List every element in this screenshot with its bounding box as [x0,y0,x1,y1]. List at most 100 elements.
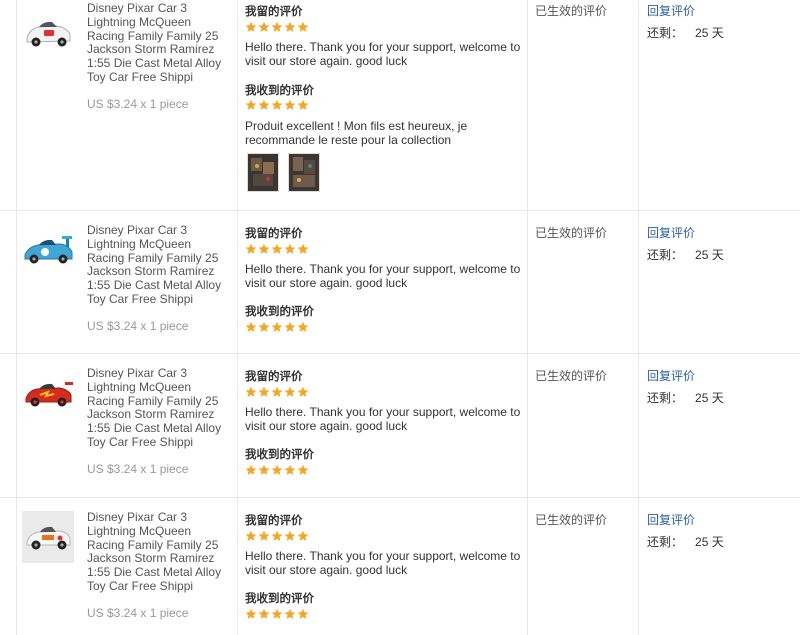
star-icon [258,530,270,542]
received-feedback-rating [245,321,309,333]
star-icon [271,21,283,33]
feedback-row: Disney Pixar Car 3 Lightning McQueen Rac… [0,0,800,211]
received-feedback-rating [245,99,309,111]
star-icon [258,464,270,476]
remaining-days: 25 天 [695,26,724,40]
product-title[interactable]: Disney Pixar Car 3 Lightning McQueen Rac… [87,366,230,450]
star-icon [297,21,309,33]
remaining-time: 还剩： 25 天 [647,246,724,263]
reply-feedback-link[interactable]: 回复评价 [647,367,695,384]
star-icon [271,530,283,542]
white-orange-race-car-icon[interactable] [22,511,74,563]
my-feedback-heading: 我留的评价 [245,228,303,240]
my-feedback-text: Hello there. Thank you for your support,… [245,549,521,577]
star-icon [271,321,283,333]
product-title[interactable]: Disney Pixar Car 3 Lightning McQueen Rac… [87,510,230,594]
star-icon [245,99,257,111]
product-title[interactable]: Disney Pixar Car 3 Lightning McQueen Rac… [87,223,230,307]
my-feedback-rating [245,21,309,33]
star-icon [271,243,283,255]
star-icon [245,464,257,476]
star-icon [271,608,283,620]
my-feedback-text: Hello there. Thank you for your support,… [245,405,521,433]
my-feedback-heading: 我留的评价 [245,6,303,18]
feedback-status: 已生效的评价 [535,4,608,18]
star-icon [284,99,296,111]
star-icon [284,321,296,333]
received-feedback-text: Produit excellent ! Mon fils est heureux… [245,119,468,147]
my-feedback-text: Hello there. Thank you for your support,… [245,262,521,290]
star-icon [258,243,270,255]
star-icon [245,243,257,255]
star-icon [284,464,296,476]
star-icon [258,608,270,620]
star-icon [297,99,309,111]
my-feedback-heading: 我留的评价 [245,515,303,527]
star-icon [258,21,270,33]
star-icon [284,243,296,255]
feedback-row: Disney Pixar Car 3 Lightning McQueen Rac… [0,210,800,354]
received-feedback-heading: 我收到的评价 [245,449,314,461]
feedback-row: Disney Pixar Car 3 Lightning McQueen Rac… [0,353,800,498]
white-race-car-icon[interactable] [22,8,74,60]
product-price: US $3.24 x 1 piece [87,606,189,620]
received-feedback-heading: 我收到的评价 [245,306,314,318]
star-icon [271,99,283,111]
remaining-days: 25 天 [695,248,724,262]
product-price: US $3.24 x 1 piece [87,97,189,111]
my-feedback-rating [245,530,309,542]
my-feedback-text: Hello there. Thank you for your support,… [245,40,521,68]
feedback-table: Disney Pixar Car 3 Lightning McQueen Rac… [0,0,800,635]
received-feedback-rating [245,608,309,620]
star-icon [258,386,270,398]
my-feedback-rating [245,386,309,398]
feedback-status: 已生效的评价 [535,369,608,383]
remaining-label: 还剩： [647,391,684,405]
remaining-time: 还剩： 25 天 [647,389,724,406]
remaining-label: 还剩： [647,248,684,262]
star-icon [245,386,257,398]
star-icon [297,464,309,476]
buyer-photo-icon[interactable] [288,153,320,192]
star-icon [271,386,283,398]
feedback-status: 已生效的评价 [535,226,608,240]
received-feedback-rating [245,464,309,476]
star-icon [297,243,309,255]
feedback-row: Disney Pixar Car 3 Lightning McQueen Rac… [0,497,800,635]
star-icon [297,608,309,620]
star-icon [258,321,270,333]
star-icon [297,321,309,333]
remaining-label: 还剩： [647,26,684,40]
feedback-status: 已生效的评价 [535,513,608,527]
remaining-time: 还剩： 25 天 [647,24,724,41]
remaining-label: 还剩： [647,535,684,549]
buyer-photo-icon[interactable] [247,153,279,192]
remaining-time: 还剩： 25 天 [647,533,724,550]
reply-feedback-link[interactable]: 回复评价 [647,2,695,19]
star-icon [245,321,257,333]
my-feedback-heading: 我留的评价 [245,371,303,383]
star-icon [284,21,296,33]
star-icon [297,530,309,542]
star-icon [297,386,309,398]
my-feedback-rating [245,243,309,255]
reply-feedback-link[interactable]: 回复评价 [647,224,695,241]
product-price: US $3.24 x 1 piece [87,462,189,476]
reply-feedback-link[interactable]: 回复评价 [647,511,695,528]
product-title[interactable]: Disney Pixar Car 3 Lightning McQueen Rac… [87,1,230,85]
remaining-days: 25 天 [695,535,724,549]
received-feedback-heading: 我收到的评价 [245,85,314,97]
star-icon [245,530,257,542]
star-icon [284,608,296,620]
red-race-car-icon[interactable] [22,368,74,420]
remaining-days: 25 天 [695,391,724,405]
star-icon [258,99,270,111]
blue-race-car-icon[interactable] [22,225,74,277]
star-icon [245,608,257,620]
star-icon [284,530,296,542]
star-icon [271,464,283,476]
star-icon [245,21,257,33]
star-icon [284,386,296,398]
product-price: US $3.24 x 1 piece [87,319,189,333]
received-feedback-heading: 我收到的评价 [245,593,314,605]
